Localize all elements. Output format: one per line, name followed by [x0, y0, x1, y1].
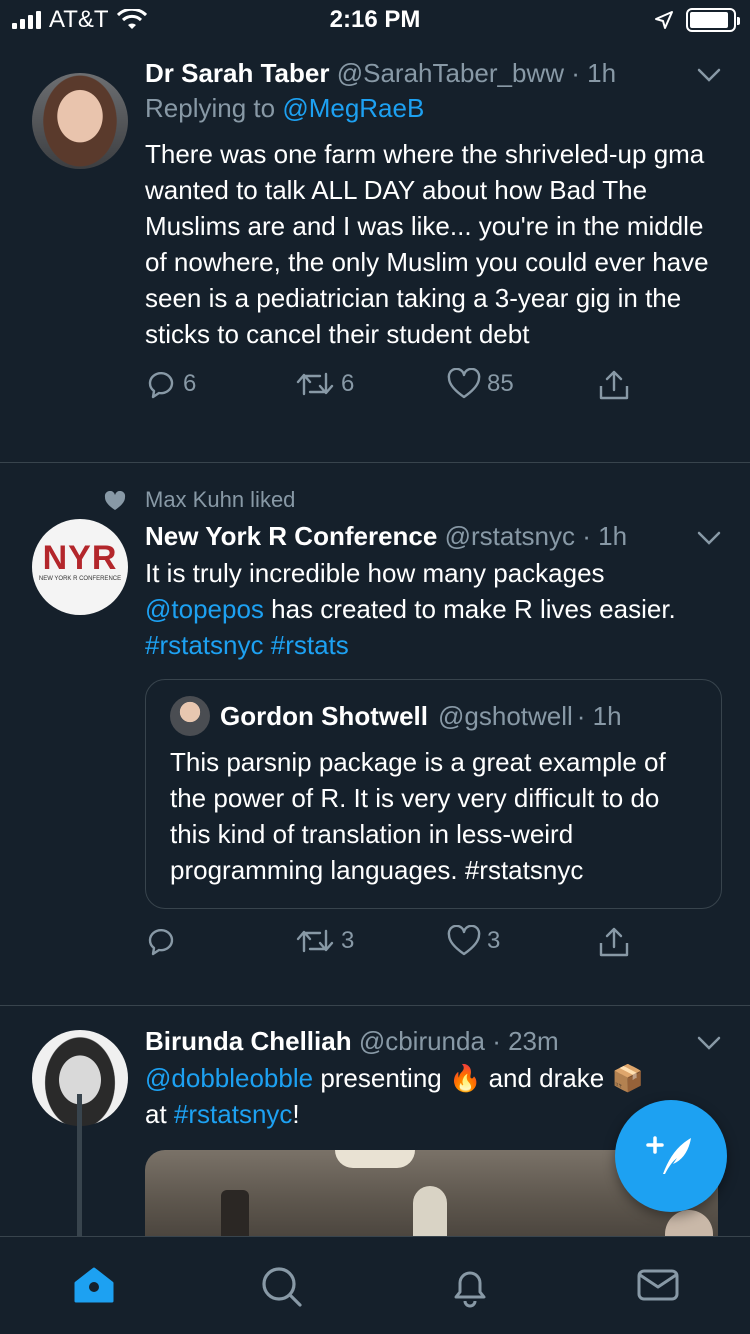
- quoted-tweet-time: · 1h: [576, 701, 622, 731]
- tweet-time: · 1h: [582, 521, 628, 551]
- ceiling-light: [221, 1190, 249, 1236]
- compose-tweet-button[interactable]: [615, 1100, 727, 1212]
- like-count: 85: [487, 370, 514, 397]
- tweet-text: There was one farm where the shriveled-u…: [145, 139, 709, 349]
- hashtag-link[interactable]: #rstatsnyc: [145, 630, 264, 660]
- mention-link[interactable]: @dobbleobble: [145, 1063, 313, 1093]
- share-button[interactable]: [597, 925, 631, 959]
- tweet-text: It is truly incredible how many packages…: [145, 555, 722, 663]
- like-button[interactable]: 85: [447, 368, 514, 400]
- tab-messages[interactable]: [636, 1265, 680, 1310]
- tweet-actions: 6 6 85: [145, 368, 722, 418]
- quoted-tweet-text: This parsnip package is a great example …: [170, 747, 666, 885]
- tab-notifications[interactable]: [448, 1265, 492, 1314]
- quoted-author-name: Gordon Shotwell: [220, 701, 428, 731]
- fire-emoji: 🔥: [448, 1063, 482, 1093]
- search-icon: [262, 1267, 302, 1307]
- tweet-text-part: It is truly incredible how many packages: [145, 558, 605, 588]
- tweet-header: Dr Sarah Taber @SarahTaber_bww · 1h: [145, 56, 722, 90]
- retweet-button[interactable]: 6: [295, 368, 354, 400]
- chevron-down-icon[interactable]: [696, 1030, 722, 1056]
- avatar-logo-subtext: NEW YORK R CONFERENCE: [38, 576, 122, 582]
- reply-button[interactable]: 6: [145, 368, 196, 400]
- retweet-button[interactable]: 3: [295, 925, 354, 957]
- tab-search[interactable]: [260, 1265, 304, 1314]
- quoted-tweet[interactable]: Gordon Shotwell @gshotwell · 1h This par…: [145, 679, 722, 909]
- like-button[interactable]: 3: [447, 925, 500, 957]
- tab-home[interactable]: [72, 1265, 116, 1310]
- retweet-count: 3: [341, 927, 355, 954]
- author-name[interactable]: New York R Conference: [145, 521, 437, 551]
- tweet-text-part: and drake: [481, 1063, 612, 1093]
- status-right: [654, 8, 740, 32]
- author-name[interactable]: Dr Sarah Taber: [145, 58, 329, 88]
- ceiling-light: [665, 1210, 713, 1236]
- social-context: Max Kuhn liked: [0, 483, 750, 517]
- tweet-time: · 1h: [571, 58, 617, 88]
- share-icon: [599, 927, 629, 957]
- author-handle[interactable]: @rstatsnyc: [445, 521, 575, 551]
- retweet-count: 6: [341, 370, 355, 397]
- reply-count: 6: [183, 370, 197, 397]
- tweet[interactable]: Max Kuhn liked NYR NEW YORK R CONFERENCE…: [0, 463, 750, 1006]
- share-icon: [599, 370, 629, 400]
- social-context-text[interactable]: Max Kuhn liked: [145, 483, 295, 517]
- retweet-icon: [296, 372, 334, 396]
- compose-tweet-icon: [646, 1136, 691, 1174]
- heart-icon: [447, 925, 481, 956]
- author-handle[interactable]: @SarahTaber_bww: [337, 58, 564, 88]
- tweet-text-part: has created to make R lives easier.: [263, 594, 676, 624]
- chevron-down-icon[interactable]: [696, 62, 722, 88]
- avatar[interactable]: NYR NEW YORK R CONFERENCE: [32, 519, 128, 615]
- retweet-icon: [296, 929, 334, 953]
- tweet-header: New York R Conference @rstatsnyc · 1h: [145, 519, 722, 553]
- tweet-text-part: !: [292, 1099, 300, 1129]
- ceiling-light: [335, 1150, 415, 1168]
- tab-bar: [0, 1236, 750, 1334]
- replying-to: Replying to @MegRaeB: [145, 90, 722, 126]
- status-time: 2:16 PM: [329, 6, 421, 33]
- like-count: 3: [487, 927, 501, 954]
- battery-icon: [686, 8, 740, 32]
- tweet-text-part: at: [145, 1099, 174, 1129]
- tweet[interactable]: Dr Sarah Taber @SarahTaber_bww · 1h Repl…: [0, 40, 750, 463]
- heart-icon: [104, 491, 126, 510]
- reply-button[interactable]: [145, 925, 177, 957]
- tweet-time: · 23m: [492, 1026, 559, 1056]
- avatar: [170, 696, 210, 736]
- reply-icon: [148, 929, 174, 956]
- status-bar: AT&T 2:16 PM: [0, 0, 750, 40]
- replying-to-link[interactable]: @MegRaeB: [282, 93, 424, 123]
- bell-icon: [454, 1271, 486, 1308]
- envelope-icon: [637, 1269, 679, 1301]
- tweet-actions: 3 3: [145, 925, 722, 975]
- heart-icon: [447, 368, 481, 399]
- tweet-text-part: presenting: [313, 1063, 449, 1093]
- chevron-down-icon[interactable]: [696, 525, 722, 551]
- package-emoji: 📦: [611, 1063, 644, 1093]
- replying-label: Replying to: [145, 93, 276, 123]
- hashtag-link[interactable]: #rstats: [271, 630, 349, 660]
- location-arrow-icon: [655, 11, 673, 29]
- avatar-logo-text: NYR: [42, 539, 118, 577]
- home-icon: [74, 1267, 114, 1303]
- timeline[interactable]: Dr Sarah Taber @SarahTaber_bww · 1h Repl…: [0, 40, 750, 1236]
- share-button[interactable]: [597, 368, 631, 402]
- tweet-header: Birunda Chelliah @cbirunda · 23m: [145, 1024, 722, 1058]
- quoted-tweet-header: Gordon Shotwell @gshotwell · 1h: [170, 696, 699, 736]
- mention-link[interactable]: @topepos: [145, 594, 264, 624]
- thread-line: [77, 1094, 82, 1236]
- avatar[interactable]: [32, 73, 128, 169]
- quoted-author-handle: @gshotwell: [438, 701, 573, 731]
- author-name[interactable]: Birunda Chelliah: [145, 1026, 352, 1056]
- hashtag-link[interactable]: #rstatsnyc: [174, 1099, 293, 1129]
- author-handle[interactable]: @cbirunda: [359, 1026, 485, 1056]
- reply-icon: [148, 372, 174, 399]
- ceiling-light: [413, 1186, 447, 1236]
